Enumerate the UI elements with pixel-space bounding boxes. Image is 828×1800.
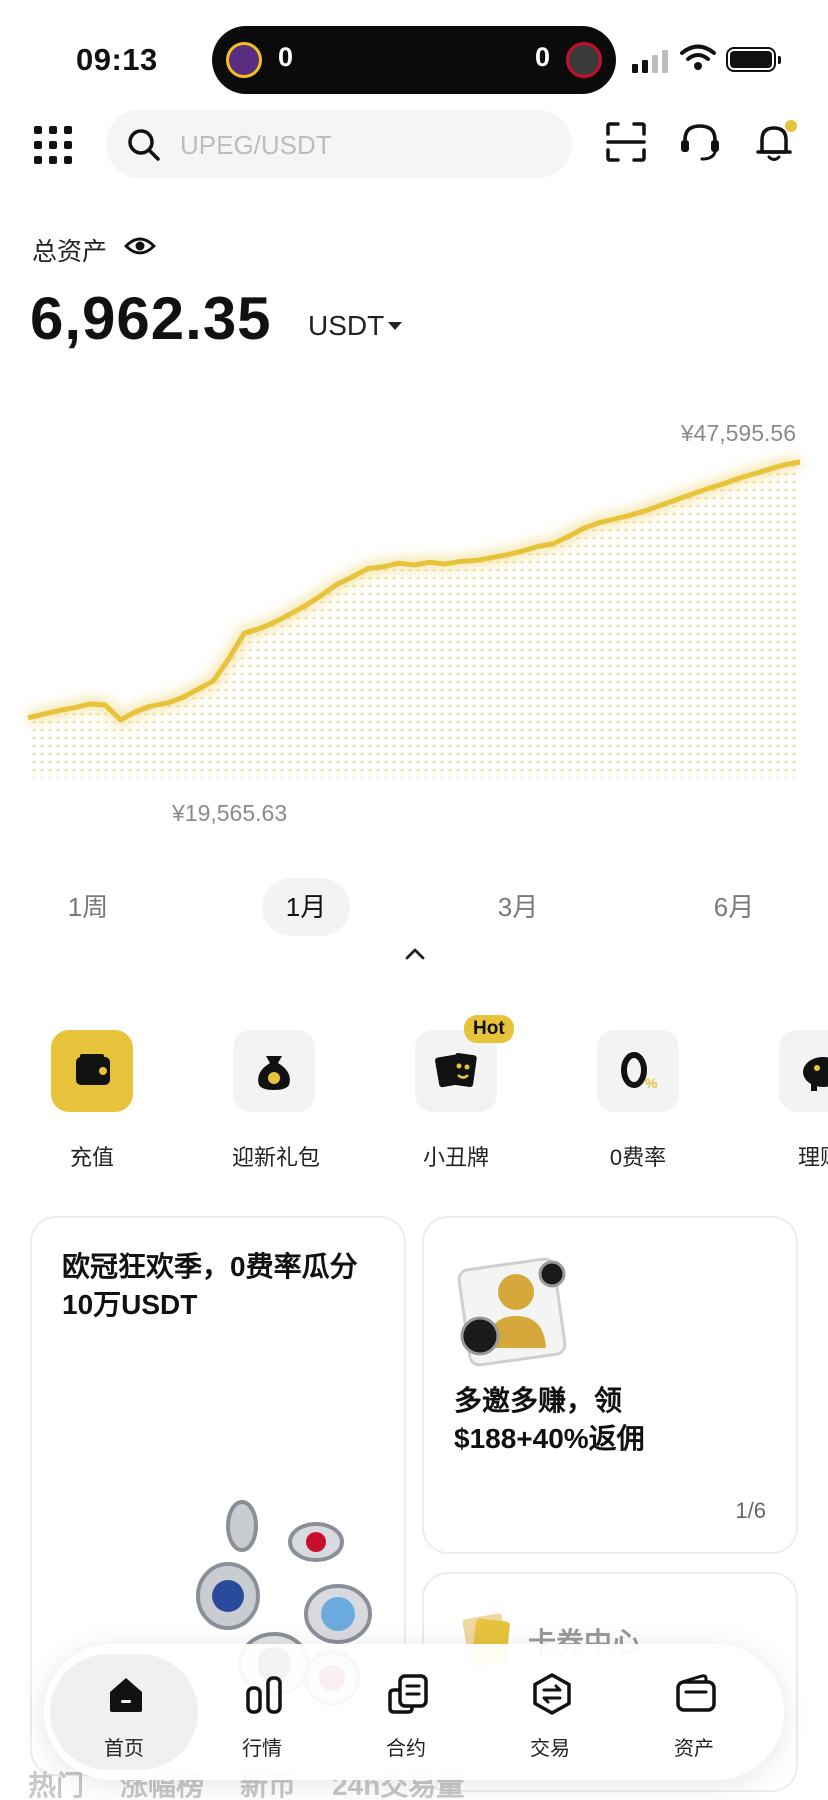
score-right: 0 — [534, 42, 550, 72]
quick-action-zero-fee[interactable]: % 0费率 — [596, 1030, 680, 1172]
eye-icon[interactable] — [124, 232, 156, 260]
chart-area — [28, 462, 800, 778]
nav-market[interactable]: 行情 — [188, 1644, 336, 1780]
chevron-up-icon[interactable] — [404, 946, 426, 962]
wallet-icon — [76, 1054, 110, 1085]
nav-label: 资产 — [674, 1738, 714, 1760]
quick-action-welcome-gift[interactable]: 迎新礼包 — [232, 1030, 321, 1172]
referral-illustration — [457, 1257, 567, 1367]
customer-support-icon[interactable] — [676, 118, 724, 166]
status-time: 09:13 — [76, 42, 158, 77]
currency-selector[interactable]: USDT — [308, 310, 384, 342]
total-assets-label: 总资产 — [32, 238, 108, 266]
score-left: 0 — [278, 42, 294, 72]
wifi-icon — [680, 44, 716, 70]
status-bar: 09:13 0 0 — [0, 0, 828, 100]
quick-action-joker-cards[interactable]: 小丑牌 — [414, 1030, 498, 1172]
carousel-page-indicator: 1/6 — [735, 1498, 766, 1523]
trade-icon — [533, 1673, 571, 1715]
notification-button[interactable] — [750, 118, 798, 166]
range-tabs: 1周 1月 3月 6月 — [0, 878, 828, 938]
piggy-bank-icon — [803, 1057, 828, 1091]
chart-max-label: ¥47,595.56 — [680, 420, 796, 446]
range-tab-3m[interactable]: 3月 — [474, 878, 562, 936]
apps-grid-icon[interactable] — [34, 126, 72, 164]
range-tab-6m[interactable]: 6月 — [690, 878, 778, 936]
home-icon — [110, 1678, 142, 1712]
scan-icon[interactable] — [602, 118, 650, 166]
money-bag-icon — [258, 1056, 290, 1090]
total-assets-value: 6,962.35 — [30, 285, 272, 352]
nav-assets[interactable]: 资产 — [620, 1644, 768, 1780]
quick-action-label: 0费率 — [609, 1145, 667, 1170]
nav-label: 行情 — [242, 1738, 282, 1760]
team-logo-left-icon — [226, 42, 262, 78]
quick-action-label: 充值 — [69, 1145, 114, 1170]
quick-action-label: 迎新礼包 — [232, 1145, 321, 1170]
range-tab-1w[interactable]: 1周 — [44, 878, 132, 936]
quick-action-label: 理财 — [797, 1145, 828, 1170]
cellular-signal-icon — [632, 50, 668, 73]
futures-icon — [388, 1674, 428, 1714]
hot-badge: Hot — [464, 1015, 514, 1043]
market-icon — [246, 1676, 282, 1714]
nav-trade[interactable]: 交易 — [476, 1644, 624, 1780]
promo-title: 欧冠狂欢季，0费率瓜分10万USDT — [62, 1251, 358, 1320]
caret-down-icon[interactable] — [388, 322, 402, 330]
quick-action-label: 小丑牌 — [422, 1145, 489, 1170]
nav-label: 交易 — [530, 1738, 570, 1760]
bottom-nav: 首页 行情 合约 交易 资产 — [44, 1644, 784, 1780]
dynamic-island[interactable]: 0 0 — [212, 26, 616, 94]
notification-dot — [785, 120, 797, 132]
chart-min-label: ¥19,565.63 — [172, 800, 288, 826]
svg-text:%: % — [645, 1075, 658, 1091]
wallet-icon — [676, 1674, 716, 1712]
battery-icon — [726, 47, 781, 72]
quick-action-deposit[interactable]: 充值 — [50, 1030, 134, 1172]
nav-label: 合约 — [386, 1738, 426, 1760]
nav-home[interactable]: 首页 — [44, 1644, 198, 1780]
promo-title: 多邀多赚，领$188+40%返佣 — [454, 1385, 645, 1454]
nav-label: 首页 — [104, 1738, 144, 1760]
nav-futures[interactable]: 合约 — [332, 1644, 480, 1780]
team-logo-right-icon — [566, 42, 602, 78]
search-input[interactable]: UPEG/USDT — [106, 110, 572, 178]
search-icon — [128, 129, 160, 161]
range-tab-1m[interactable]: 1月 — [262, 878, 350, 936]
zero-fee-icon: % — [621, 1052, 658, 1091]
quick-action-wealth[interactable]: 理财 — [778, 1030, 828, 1172]
asset-chart — [26, 456, 802, 778]
search-placeholder: UPEG/USDT — [180, 130, 332, 160]
promo-card-referral[interactable]: 多邀多赚，领$188+40%返佣 1/6 — [422, 1216, 798, 1554]
